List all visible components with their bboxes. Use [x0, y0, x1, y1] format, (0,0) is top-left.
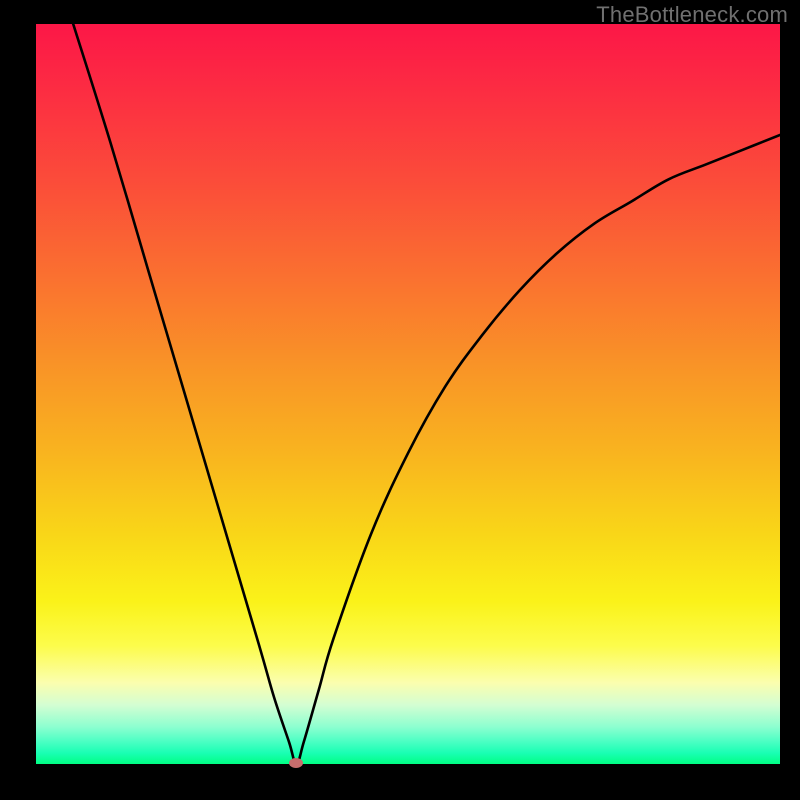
- plot-area: [36, 24, 780, 764]
- chart-frame: TheBottleneck.com: [0, 0, 800, 800]
- bottleneck-curve: [36, 24, 780, 764]
- minimum-marker: [289, 758, 303, 768]
- watermark-text: TheBottleneck.com: [596, 2, 788, 28]
